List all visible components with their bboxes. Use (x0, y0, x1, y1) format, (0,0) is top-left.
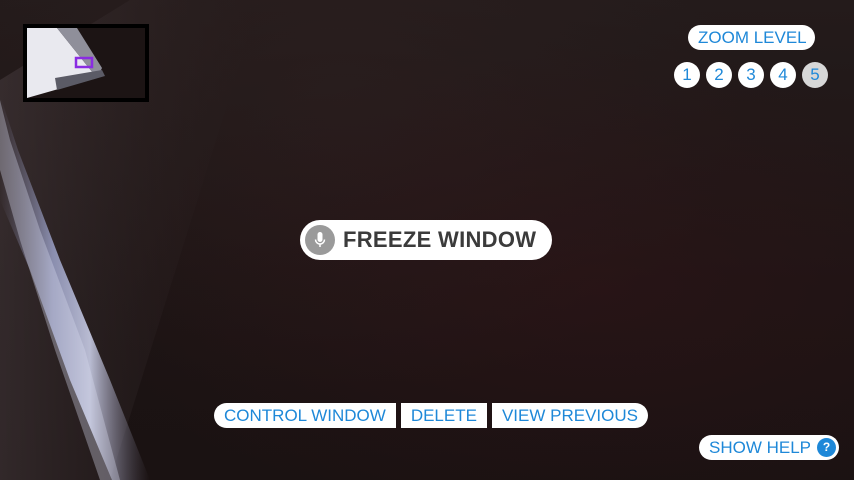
bottom-toolbar: CONTROL WINDOW DELETE VIEW PREVIOUS (214, 403, 648, 428)
control-window-button[interactable]: CONTROL WINDOW (214, 403, 396, 428)
zoom-level-selector: 1 2 3 4 5 (674, 62, 828, 88)
minimap-thumbnail (27, 28, 145, 98)
zoom-level-label: ZOOM LEVEL (688, 25, 815, 50)
show-help-button[interactable]: SHOW HELP ? (699, 435, 839, 460)
freeze-window-label: FREEZE WINDOW (343, 227, 537, 252)
zoom-level-4-button[interactable]: 4 (770, 62, 796, 88)
microphone-icon (305, 225, 335, 255)
zoom-level-1-button[interactable]: 1 (674, 62, 700, 88)
zoom-level-5-button[interactable]: 5 (802, 62, 828, 88)
camera-viewport: ZOOM LEVEL 1 2 3 4 5 FREEZE WINDOW CONTR… (0, 0, 854, 480)
minimap-preview[interactable] (23, 24, 149, 102)
view-previous-button[interactable]: VIEW PREVIOUS (491, 403, 648, 428)
zoom-level-3-button[interactable]: 3 (738, 62, 764, 88)
help-icon: ? (817, 438, 836, 457)
delete-button[interactable]: DELETE (400, 403, 487, 428)
show-help-label: SHOW HELP (709, 438, 812, 457)
zoom-level-2-button[interactable]: 2 (706, 62, 732, 88)
freeze-window-button[interactable]: FREEZE WINDOW (300, 220, 552, 260)
